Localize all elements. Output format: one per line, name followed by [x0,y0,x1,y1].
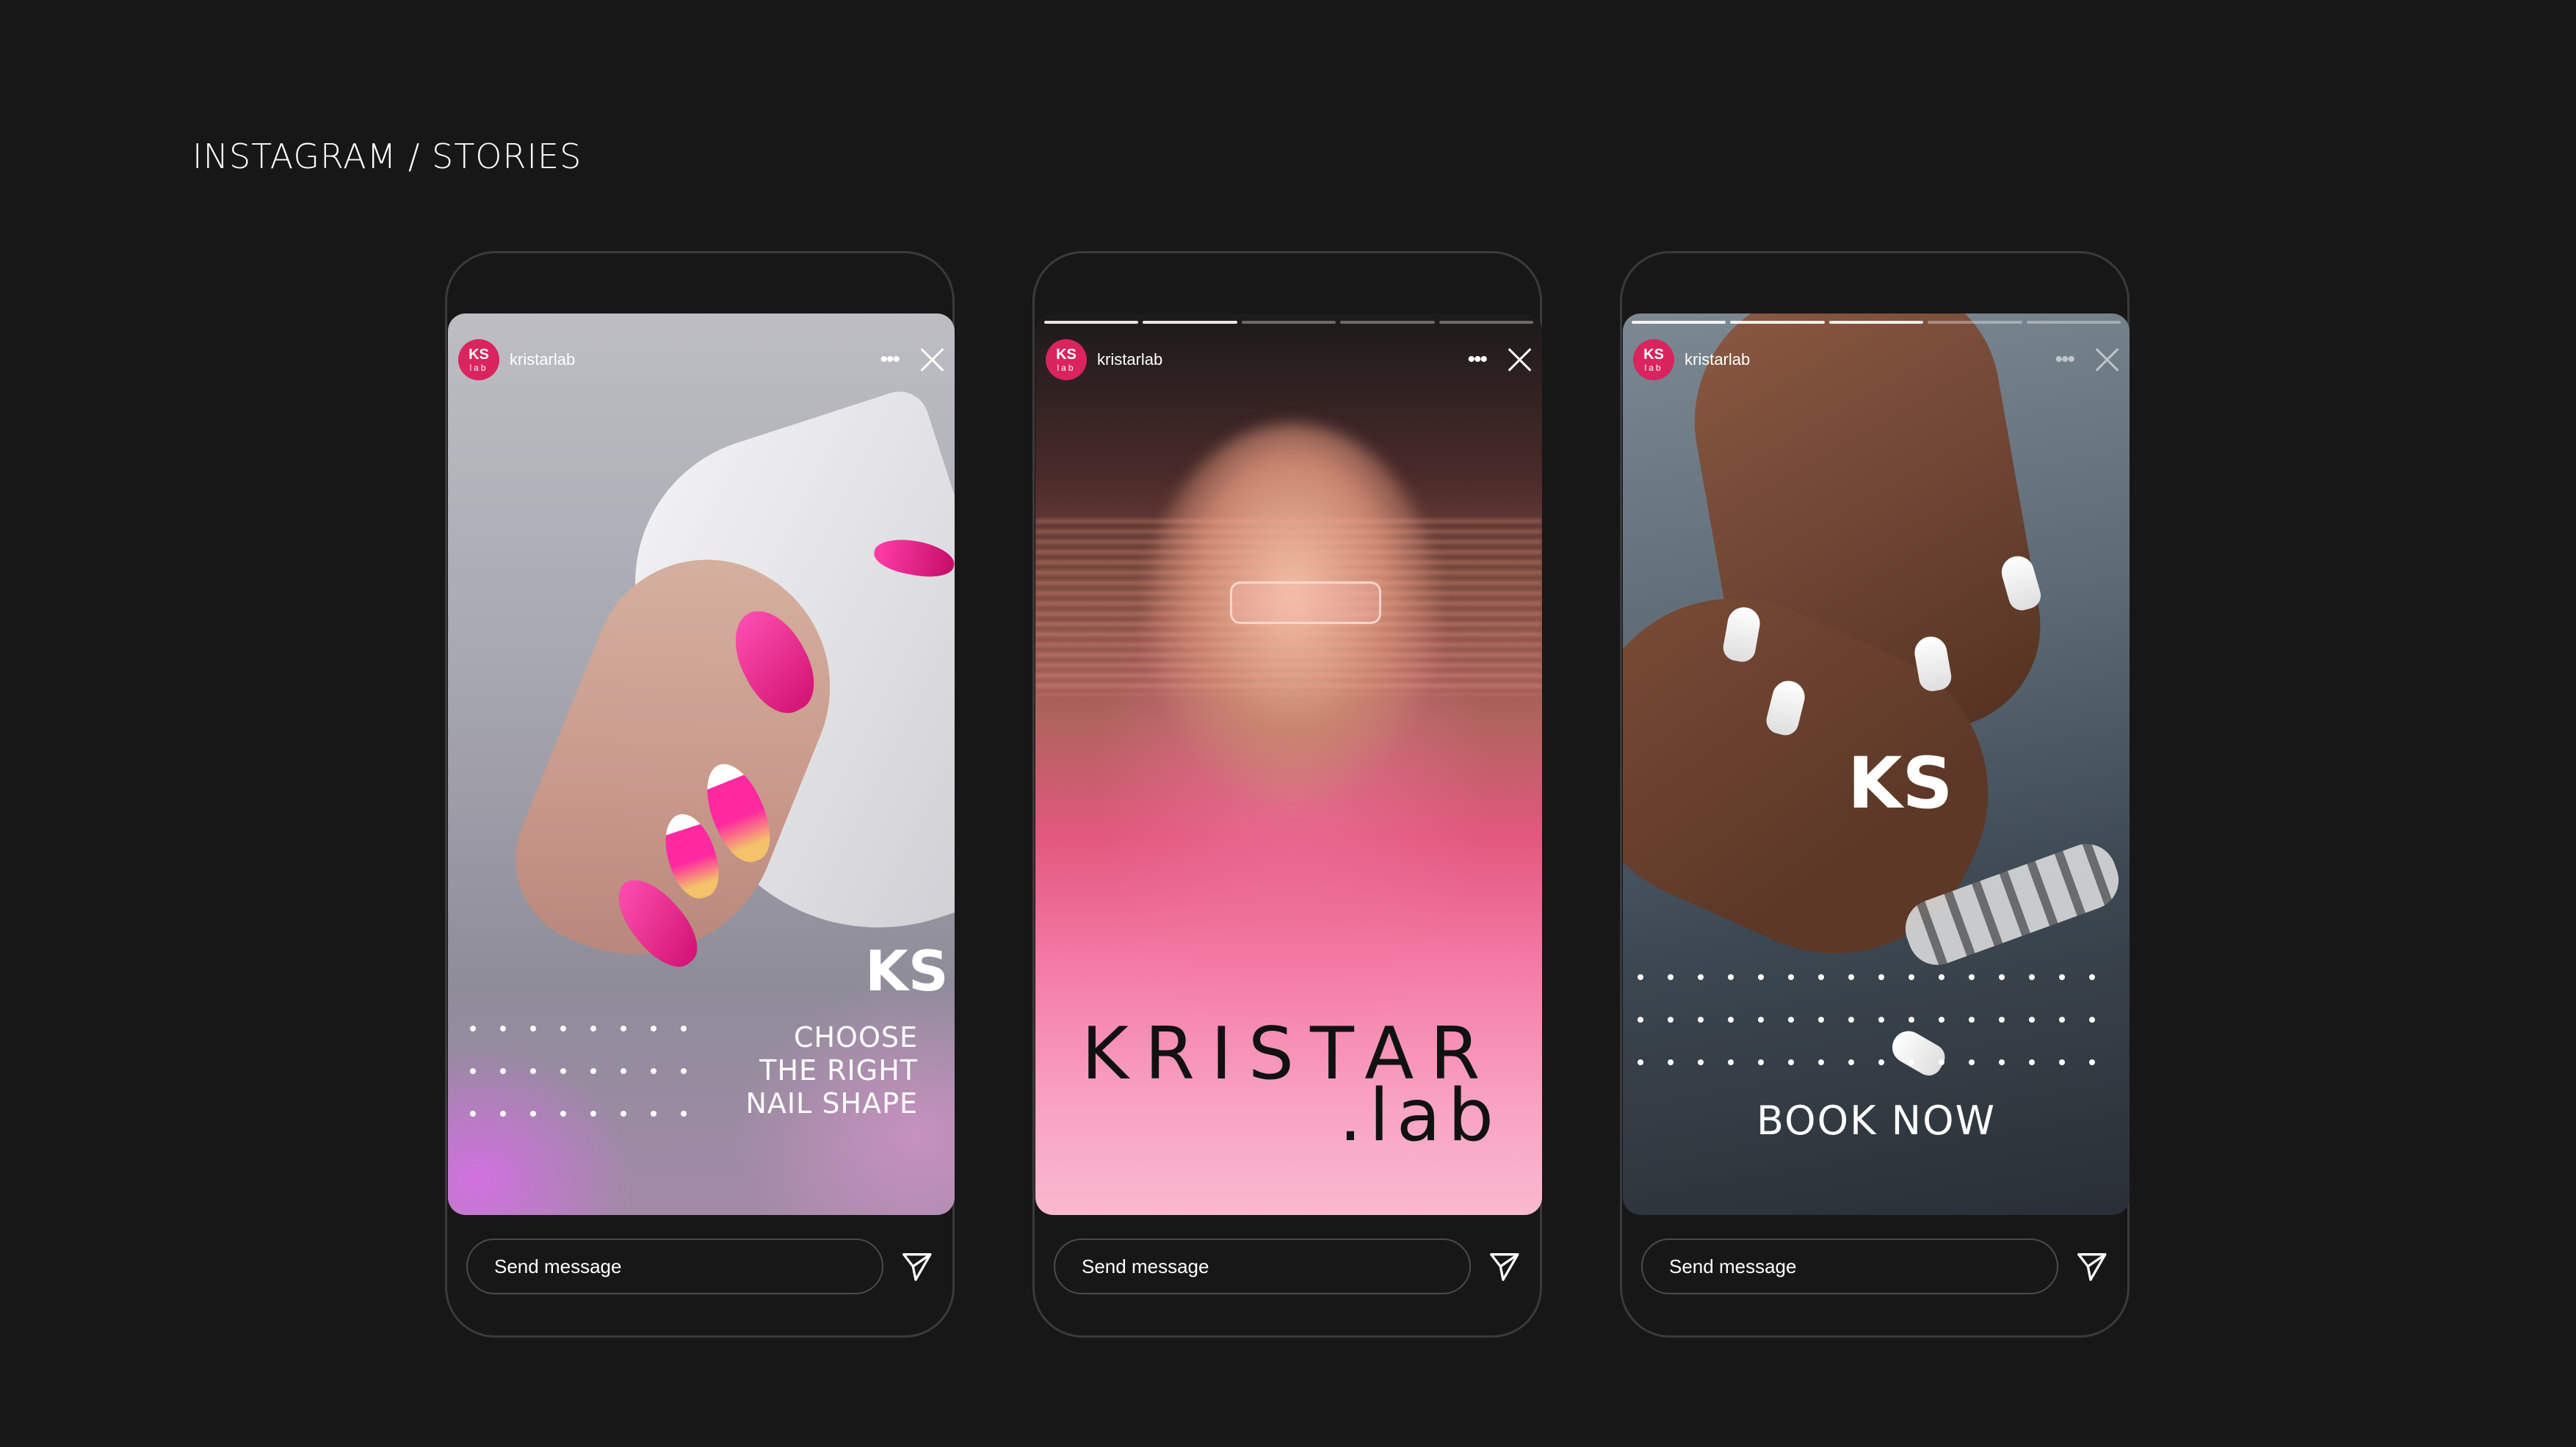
progress-segment [1241,321,1336,324]
story-screen-1[interactable]: KS lab kristarlab ••• KS CHOOSE THE RIGH… [448,313,955,1215]
page-title: INSTAGRAM / STORIES [192,137,582,176]
avatar-sub: lab [1057,363,1076,373]
avatar-sub: lab [469,363,488,373]
dots-pattern [1638,974,2095,1065]
avatar-mark: KS [1643,347,1664,363]
avatar-mark: KS [1056,347,1077,363]
progress-segment [1928,321,2022,324]
progress-segment [1439,321,1534,324]
more-icon[interactable]: ••• [1467,349,1487,371]
phone-frame-3: KS lab kristarlab ••• KS BOOK NOW [1620,251,2130,1338]
username[interactable]: kristarlab [510,350,575,369]
send-icon[interactable] [2076,1250,2108,1283]
story-progress [1632,321,2121,324]
progress-segment [2026,321,2121,324]
progress-segment [1340,321,1435,324]
progress-segment [1044,321,1139,324]
promo-line: NAIL SHAPE [745,1087,918,1120]
send-icon[interactable] [901,1250,933,1283]
sunglasses-shape [1230,581,1381,624]
progress-segment [1730,321,1825,324]
reply-bar [1054,1237,1521,1296]
send-icon[interactable] [1488,1250,1521,1283]
promo-line: CHOOSE [793,1021,918,1053]
avatar[interactable]: KS lab [458,339,499,380]
story-header: KS lab kristarlab ••• [1633,338,2119,381]
brand-logo: KS [1848,742,1953,824]
book-now-cta[interactable]: BOOK NOW [1623,1098,2130,1144]
avatar[interactable]: KS lab [1046,339,1087,380]
message-input[interactable] [1641,1239,2059,1294]
story-screen-3[interactable]: KS lab kristarlab ••• KS BOOK NOW [1623,313,2130,1215]
reply-bar [466,1237,933,1296]
progress-segment [1828,321,1924,324]
brand-logo: KS [865,938,949,1004]
story-screen-2[interactable]: KS lab kristarlab ••• KRISTAR .lab [1035,313,1542,1215]
message-input[interactable] [1054,1239,1472,1294]
avatar-mark: KS [468,347,489,363]
dots-pattern [470,1026,687,1117]
promo-line: THE RIGHT [759,1054,918,1087]
avatar[interactable]: KS lab [1633,339,1674,380]
progress-segment [1143,321,1237,324]
story-header: KS lab kristarlab ••• [458,338,944,381]
story-header: KS lab kristarlab ••• [1046,338,1532,381]
close-icon[interactable] [1507,347,1532,372]
story-progress [1044,321,1534,324]
progress-segment [1632,321,1726,324]
reply-bar [1641,1237,2108,1296]
promo-text: CHOOSE THE RIGHT NAIL SHAPE [746,1021,919,1120]
username[interactable]: kristarlab [1097,350,1162,369]
more-icon[interactable]: ••• [880,349,900,371]
message-input[interactable] [466,1239,884,1294]
username[interactable]: kristarlab [1685,350,1750,369]
brand-wordmark-sub: .lab [1339,1074,1501,1158]
close-icon[interactable] [919,347,944,372]
close-icon[interactable] [2094,347,2119,372]
more-icon[interactable]: ••• [2055,349,2074,371]
phone-frame-2: KS lab kristarlab ••• KRISTAR .lab [1032,251,1542,1338]
phone-frame-1: KS lab kristarlab ••• KS CHOOSE THE RIGH… [445,251,955,1338]
avatar-sub: lab [1644,363,1663,373]
